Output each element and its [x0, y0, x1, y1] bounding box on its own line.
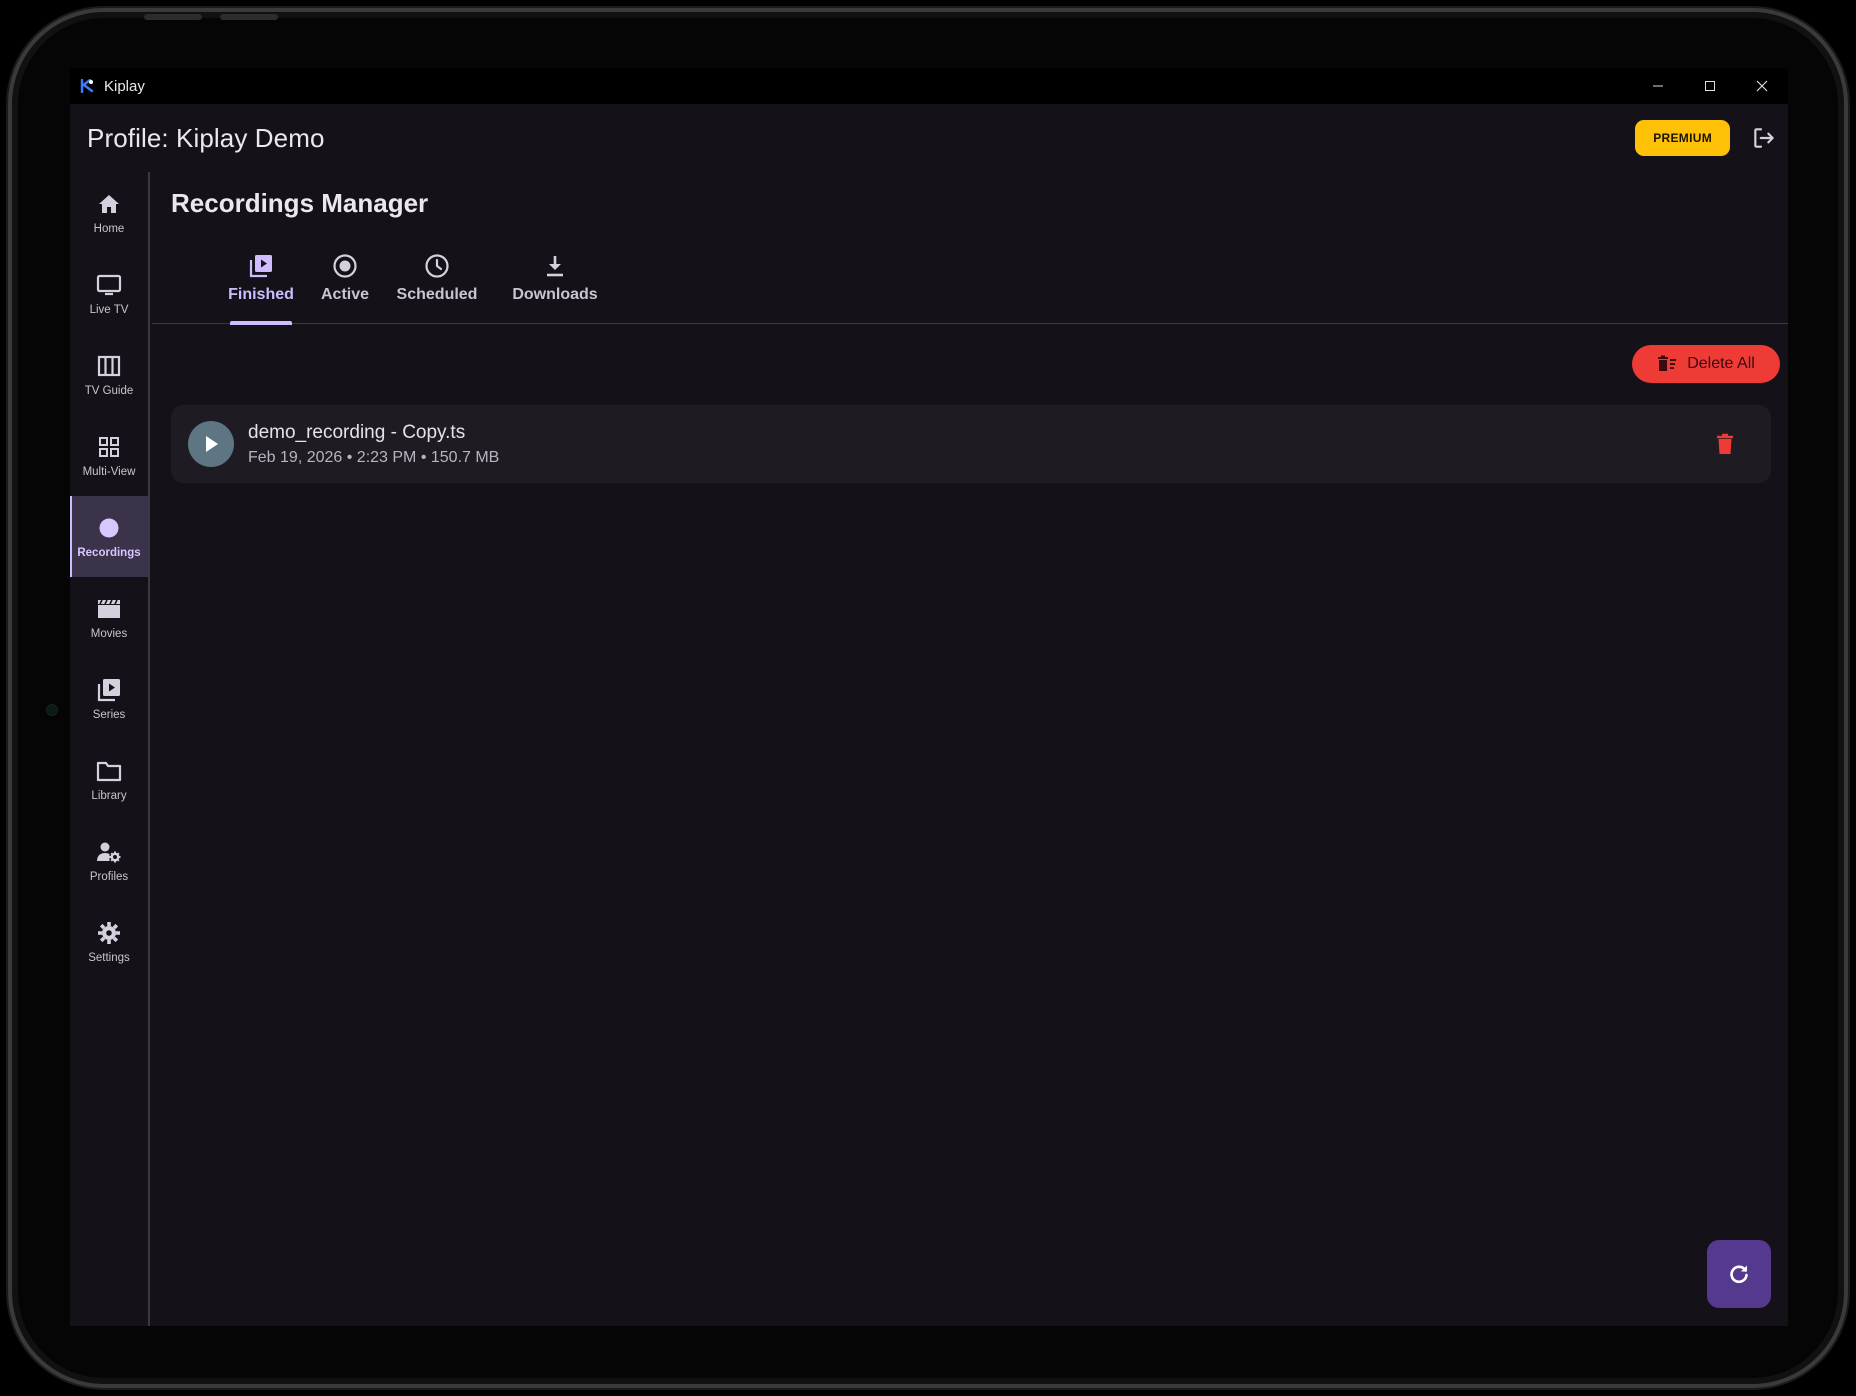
sidebar-item-tv-guide[interactable]: TV Guide [70, 334, 148, 415]
trash-icon [1717, 433, 1733, 454]
premium-button[interactable]: PREMIUM [1635, 120, 1730, 156]
tv-icon [96, 272, 122, 298]
folder-icon [96, 758, 122, 784]
sidebar-item-label: Live TV [89, 303, 129, 316]
sidebar-nav: Home Live TV TV Guide Multi-View Recordi… [70, 172, 150, 1326]
play-icon [206, 436, 218, 452]
sidebar-item-label: Settings [88, 951, 130, 964]
app-window: Kiplay Profile: Kiplay Demo PREMIUM Home… [70, 68, 1788, 1326]
logout-icon [1754, 128, 1774, 148]
hardware-button [144, 14, 202, 20]
tab-label: Finished [228, 286, 294, 303]
sidebar-item-profiles[interactable]: Profiles [70, 820, 148, 901]
sidebar-item-label: Home [93, 222, 125, 235]
tab-finished[interactable]: Finished [228, 248, 294, 325]
sidebar-item-series[interactable]: Series [70, 658, 148, 739]
minimize-button[interactable] [1632, 68, 1684, 104]
clock-icon [423, 252, 451, 280]
maximize-button[interactable] [1684, 68, 1736, 104]
sidebar-item-live-tv[interactable]: Live TV [70, 253, 148, 334]
sidebar-item-recordings[interactable]: Recordings [70, 496, 148, 577]
camera-dot [46, 704, 58, 716]
recording-meta: Feb 19, 2026 • 2:23 PM • 150.7 MB [248, 448, 500, 466]
gear-icon [96, 920, 122, 946]
tab-active[interactable]: Active [321, 248, 369, 324]
refresh-icon [1730, 1265, 1748, 1284]
recording-list-item[interactable]: demo_recording - Copy.ts Feb 19, 2026 • … [171, 405, 1771, 483]
record-icon [96, 515, 122, 541]
clapperboard-icon [96, 596, 122, 622]
delete-recording-button[interactable] [1713, 431, 1737, 457]
logout-button[interactable] [1748, 122, 1780, 154]
tab-label: Scheduled [396, 286, 478, 303]
video-library-icon [247, 252, 275, 280]
tab-scheduled[interactable]: Scheduled [397, 248, 477, 324]
sidebar-item-label: Series [92, 708, 126, 721]
recording-info: demo_recording - Copy.ts Feb 19, 2026 • … [248, 422, 499, 467]
sidebar-item-label: Recordings [77, 546, 141, 559]
app-bar: Profile: Kiplay Demo PREMIUM [70, 104, 1788, 172]
active-tab-indicator [230, 321, 292, 325]
radio-button-icon [331, 252, 359, 280]
tab-label: Active [320, 286, 370, 303]
manage-accounts-icon [96, 839, 122, 865]
recordings-main: Recordings Manager Finished Active Sched… [152, 172, 1788, 1326]
minimize-icon [1653, 85, 1663, 87]
sidebar-item-label: Library [91, 789, 127, 802]
sidebar-item-label: Profiles [89, 870, 129, 883]
recording-name: demo_recording - Copy.ts [248, 421, 466, 443]
sidebar-item-label: TV Guide [84, 384, 134, 397]
page-title: Recordings Manager [171, 188, 429, 218]
profile-title: Profile: Kiplay Demo [87, 122, 325, 153]
window-title: Kiplay [104, 77, 145, 95]
sidebar-item-home[interactable]: Home [70, 172, 148, 253]
download-icon [541, 252, 569, 280]
grid-icon [96, 434, 122, 460]
close-button[interactable] [1736, 68, 1788, 104]
window-titlebar: Kiplay [70, 68, 1788, 104]
tab-label: Downloads [512, 286, 598, 303]
sidebar-item-library[interactable]: Library [70, 739, 148, 820]
close-icon [1756, 80, 1768, 92]
maximize-icon [1705, 81, 1715, 91]
sidebar-item-label: Movies [90, 627, 128, 640]
guide-icon [96, 353, 122, 379]
series-icon [96, 677, 122, 703]
play-button[interactable] [188, 421, 234, 467]
refresh-button[interactable] [1707, 1240, 1771, 1308]
delete-all-button[interactable]: Delete All [1632, 345, 1780, 383]
home-icon [96, 191, 122, 217]
hardware-button [220, 14, 278, 20]
sidebar-item-multi-view[interactable]: Multi-View [70, 415, 148, 496]
app-logo-icon [80, 79, 94, 93]
recordings-tabs: Finished Active Scheduled Downloads [152, 248, 1788, 325]
sidebar-item-settings[interactable]: Settings [70, 901, 148, 982]
sidebar-item-movies[interactable]: Movies [70, 577, 148, 658]
delete-all-label: Delete All [1687, 355, 1755, 372]
sidebar-item-label: Multi-View [82, 465, 136, 478]
tab-downloads[interactable]: Downloads [512, 248, 598, 324]
delete-sweep-icon [1657, 355, 1677, 373]
